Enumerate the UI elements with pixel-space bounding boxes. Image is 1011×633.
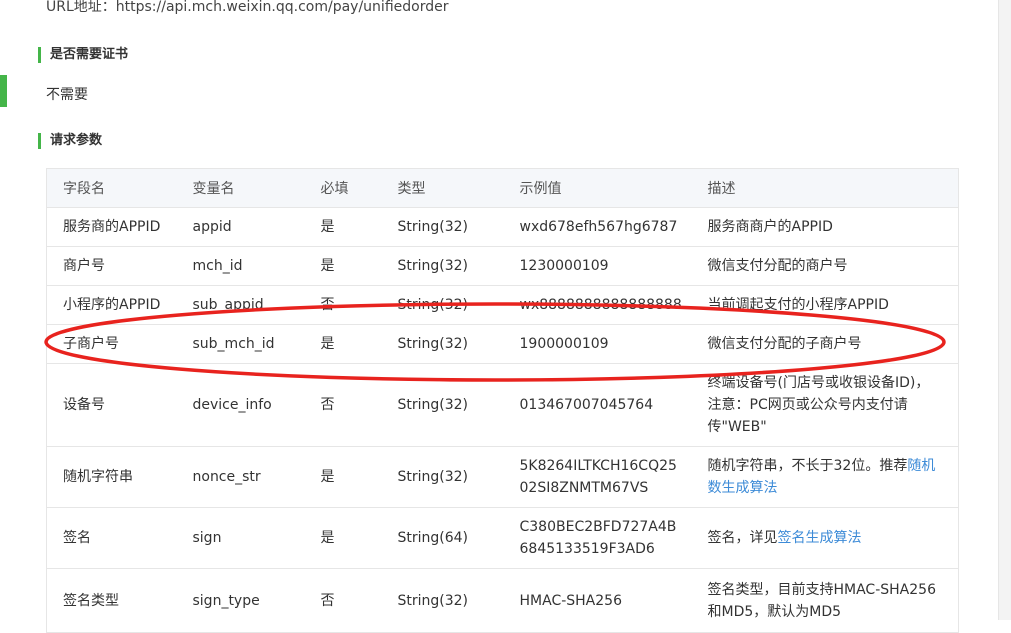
example-cell: 5K8264ILTKCH16CQ2502SI8ZNMTM67VS (503, 446, 692, 508)
header-example: 示例值 (503, 168, 692, 208)
description-text: 签名，详见 (707, 530, 778, 546)
description-cell: 微信支付分配的商户号 (691, 246, 959, 286)
field-name-cell: 小程序的APPID (46, 285, 177, 325)
variable-name-cell: sign (176, 507, 305, 569)
type-cell: String(64) (381, 507, 504, 569)
table-row: 商户号 mch_id 是 String(32) 1230000109 微信支付分… (46, 246, 959, 286)
header-description: 描述 (691, 168, 959, 208)
type-cell: String(32) (381, 285, 504, 325)
header-field-name: 字段名 (46, 168, 177, 208)
table-row: 签名 sign 是 String(64) C380BEC2BFD727A4B68… (46, 507, 959, 569)
cert-section-title: 是否需要证书 (38, 47, 128, 63)
field-name-cell: 商户号 (46, 246, 177, 286)
type-cell: String(32) (381, 324, 504, 364)
variable-name-cell: mch_id (176, 246, 305, 286)
description-cell: 终端设备号(门店号或收银设备ID)，注意：PC网页或公众号内支付请传"WEB" (691, 363, 959, 447)
type-cell: String(32) (381, 363, 504, 447)
type-cell: String(32) (381, 568, 504, 633)
example-cell: 1900000109 (503, 324, 692, 364)
required-cell: 是 (304, 507, 382, 569)
description-cell: 微信支付分配的子商户号 (691, 324, 959, 364)
table-row: 签名类型 sign_type 否 String(32) HMAC-SHA256 … (46, 568, 959, 633)
params-section-title: 请求参数 (38, 133, 102, 149)
example-cell: 1230000109 (503, 246, 692, 286)
nav-active-indicator[interactable] (0, 75, 7, 107)
variable-name-cell: nonce_str (176, 446, 305, 508)
type-cell: String(32) (381, 446, 504, 508)
example-cell: 013467007045764 (503, 363, 692, 447)
description-cell: 签名，详见签名生成算法 (691, 507, 959, 569)
table-row: 随机字符串 nonce_str 是 String(32) 5K8264ILTKC… (46, 446, 959, 508)
field-name-cell: 随机字符串 (46, 446, 177, 508)
variable-name-cell: sign_type (176, 568, 305, 633)
description-cell: 随机字符串，不长于32位。推荐随机数生成算法 (691, 446, 959, 508)
field-name-cell: 子商户号 (46, 324, 177, 364)
required-cell: 是 (304, 446, 382, 508)
header-variable-name: 变量名 (176, 168, 305, 208)
description-cell: 当前调起支付的小程序APPID (691, 285, 959, 325)
variable-name-cell: sub_appid (176, 285, 305, 325)
required-cell: 是 (304, 207, 382, 247)
field-name-cell: 签名 (46, 507, 177, 569)
variable-name-cell: sub_mch_id (176, 324, 305, 364)
required-cell: 否 (304, 363, 382, 447)
variable-name-cell: appid (176, 207, 305, 247)
header-required: 必填 (304, 168, 382, 208)
left-rail (0, 0, 8, 620)
field-name-cell: 设备号 (46, 363, 177, 447)
type-cell: String(32) (381, 246, 504, 286)
api-url: URL地址：https://api.mch.weixin.qq.com/pay/… (46, 0, 449, 15)
description-text: 随机字符串，不长于32位。推荐 (707, 458, 908, 474)
right-scroll-gutter[interactable] (998, 0, 1011, 620)
required-cell: 否 (304, 568, 382, 633)
variable-name-cell: device_info (176, 363, 305, 447)
example-cell: wx8888888888888888 (503, 285, 692, 325)
request-params-table: 字段名 变量名 必填 类型 示例值 描述 服务商的APPID appid 是 S… (46, 168, 959, 633)
table-row-highlighted: 子商户号 sub_mch_id 是 String(32) 1900000109 … (46, 324, 959, 364)
example-cell: HMAC-SHA256 (503, 568, 692, 633)
required-cell: 是 (304, 246, 382, 286)
required-cell: 是 (304, 324, 382, 364)
example-cell: C380BEC2BFD727A4B6845133519F3AD6 (503, 507, 692, 569)
signature-algorithm-link[interactable]: 签名生成算法 (778, 530, 862, 546)
table-header-row: 字段名 变量名 必填 类型 示例值 描述 (46, 168, 959, 208)
example-cell: wxd678efh567hg6787 (503, 207, 692, 247)
field-name-cell: 服务商的APPID (46, 207, 177, 247)
cert-requirement-value: 不需要 (46, 87, 88, 103)
required-cell: 否 (304, 285, 382, 325)
table-row: 小程序的APPID sub_appid 否 String(32) wx88888… (46, 285, 959, 325)
table-row: 服务商的APPID appid 是 String(32) wxd678efh56… (46, 207, 959, 247)
type-cell: String(32) (381, 207, 504, 247)
description-cell: 服务商商户的APPID (691, 207, 959, 247)
table-row: 设备号 device_info 否 String(32) 01346700704… (46, 363, 959, 447)
header-type: 类型 (381, 168, 504, 208)
field-name-cell: 签名类型 (46, 568, 177, 633)
description-cell: 签名类型，目前支持HMAC-SHA256和MD5，默认为MD5 (691, 568, 959, 633)
